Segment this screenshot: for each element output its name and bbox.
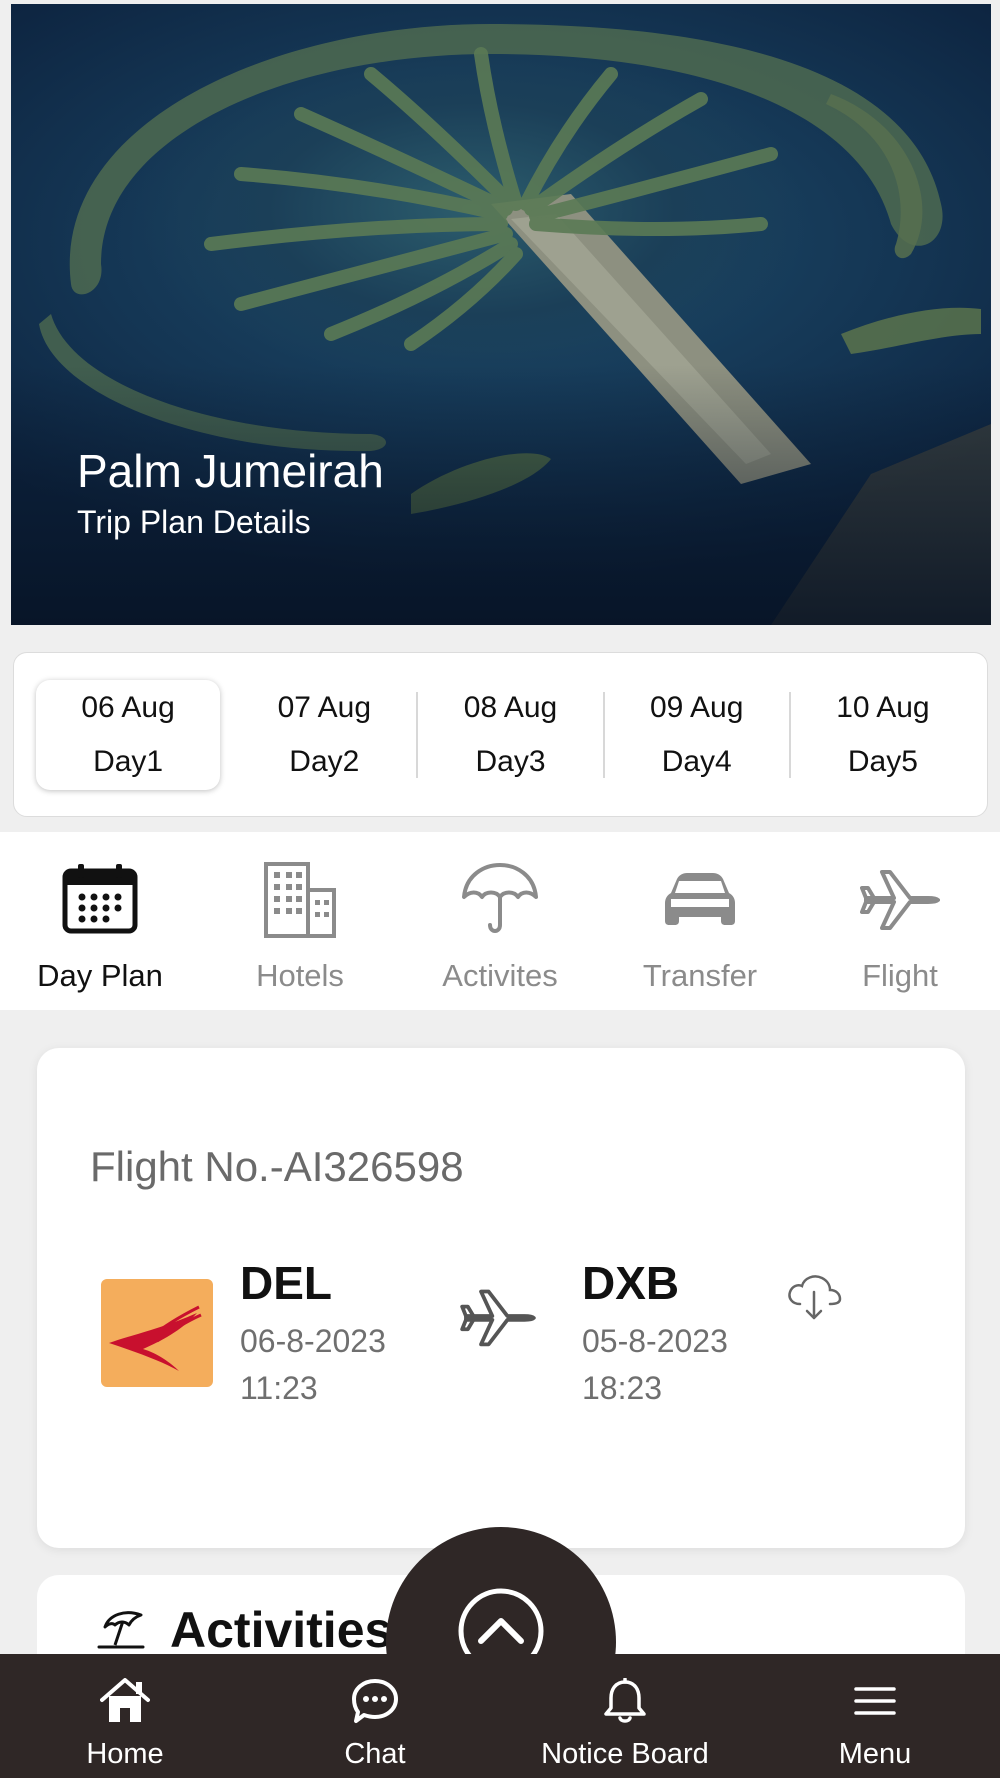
- home-icon: [100, 1676, 150, 1726]
- tab-label: Hotels: [256, 958, 344, 993]
- nav-label: Chat: [344, 1738, 406, 1770]
- hero-banner: Palm Jumeirah Trip Plan Details: [11, 4, 991, 625]
- nav-label: Home: [86, 1738, 164, 1770]
- day-tab-4[interactable]: 09 Aug Day4: [605, 680, 789, 790]
- category-tabs: Day Plan Hotels Activites Transfer Fligh…: [0, 832, 1000, 1010]
- tab-activities[interactable]: Activites: [400, 832, 600, 1010]
- day-label: Day1: [93, 744, 164, 778]
- day-tab-1[interactable]: 06 Aug Day1: [36, 679, 221, 790]
- nav-menu[interactable]: Menu: [750, 1654, 1000, 1778]
- arrival-code: DXB: [582, 1257, 680, 1309]
- tab-flight[interactable]: Flight: [800, 832, 1000, 1010]
- day-date: 09 Aug: [649, 690, 744, 724]
- chat-icon: [351, 1676, 399, 1726]
- bell-icon: [603, 1676, 647, 1726]
- day-tab-5[interactable]: 10 Aug Day5: [791, 680, 975, 790]
- tab-label: Day Plan: [37, 958, 163, 993]
- airplane-icon: [460, 1284, 536, 1355]
- tab-hotels[interactable]: Hotels: [200, 832, 400, 1010]
- day-date: 08 Aug: [463, 690, 558, 724]
- cloud-download-icon[interactable]: [786, 1274, 842, 1325]
- day-tab-2[interactable]: 07 Aug Day2: [232, 680, 416, 790]
- airplane-icon: [855, 854, 945, 944]
- calendar-icon: [55, 854, 145, 944]
- hero-title: Palm Jumeirah: [77, 445, 384, 497]
- day-date: 06 Aug: [81, 690, 175, 724]
- day-label: Day4: [661, 744, 732, 778]
- tab-label: Activites: [442, 958, 558, 993]
- tab-day-plan[interactable]: Day Plan: [0, 832, 200, 1010]
- departure-datetime: 06-8-2023 11:23: [240, 1323, 386, 1406]
- departure-code: DEL: [240, 1257, 332, 1309]
- day-date: 10 Aug: [836, 690, 930, 724]
- hero-subtitle: Trip Plan Details: [77, 504, 311, 540]
- nav-home[interactable]: Home: [0, 1654, 250, 1778]
- day-label: Day2: [289, 744, 360, 778]
- beach-umbrella-icon: [97, 1607, 147, 1656]
- arrival-datetime: 05-8-2023 18:23: [582, 1323, 728, 1406]
- flight-card[interactable]: Flight No.-AI326598 DEL 06-8-2023 11:23 …: [37, 1048, 965, 1548]
- day-label: Day5: [847, 744, 918, 778]
- activities-title: Activities: [170, 1602, 393, 1658]
- car-icon: [655, 854, 745, 944]
- nav-chat[interactable]: Chat: [250, 1654, 500, 1778]
- nav-label: Menu: [838, 1738, 912, 1770]
- nav-label: Notice Board: [541, 1738, 709, 1770]
- tab-label: Transfer: [642, 958, 758, 993]
- day-date: 07 Aug: [277, 690, 372, 724]
- day-label: Day3: [475, 744, 546, 778]
- day-tab-3[interactable]: 08 Aug Day3: [418, 680, 602, 790]
- nav-notice-board[interactable]: Notice Board: [500, 1654, 750, 1778]
- flight-number: Flight No.-AI326598: [90, 1143, 464, 1190]
- building-icon: [255, 854, 345, 944]
- tab-transfer[interactable]: Transfer: [600, 832, 800, 1010]
- airline-logo: [101, 1279, 213, 1387]
- day-selector: 06 Aug Day1 07 Aug Day2 08 Aug Day3 09 A…: [13, 652, 988, 817]
- umbrella-icon: [455, 854, 545, 944]
- bottom-navigation: Home Chat Notice Board Menu: [0, 1654, 1000, 1778]
- menu-icon: [853, 1676, 897, 1726]
- tab-label: Flight: [862, 958, 938, 993]
